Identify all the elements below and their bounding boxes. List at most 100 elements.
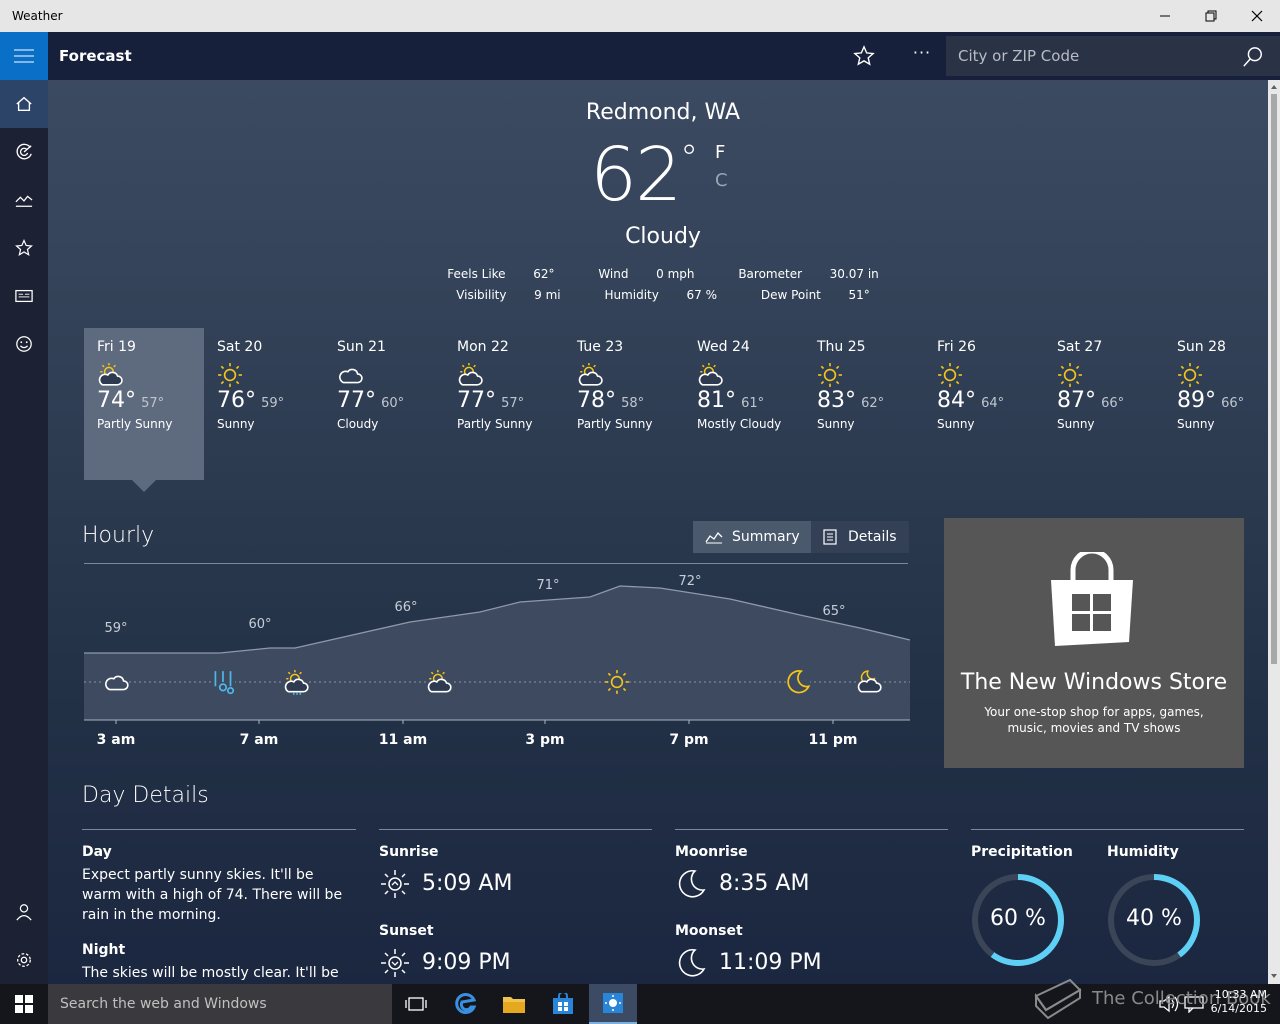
forecast-high: 74° [97,388,136,413]
scrollbar-thumb[interactable] [1271,94,1277,664]
divider [379,829,652,830]
hourly-temp-label: 59° [104,621,127,636]
nav-settings[interactable] [0,936,48,984]
hamburger-button[interactable] [0,32,48,80]
forecast-day[interactable]: Thu 25 83° 62° Sunny [804,328,924,480]
edge-icon [455,993,477,1014]
tab-details[interactable]: Details [811,521,909,553]
moon-icon [786,670,811,694]
clock-date: 6/14/2015 [1210,1002,1267,1015]
forecast-day-icon-wrap [217,362,324,388]
weather-app-icon [603,993,623,1013]
forecast-day[interactable]: Tue 23 78° 58° Partly Sunny [564,328,684,480]
forecast-low: 64° [981,396,1005,411]
gear-icon [17,953,31,967]
nav-feedback[interactable] [0,320,48,368]
favorite-button[interactable] [848,40,880,72]
forecast-day[interactable]: Sat 20 76° 59° Sunny [204,328,324,480]
page-title: Forecast [59,47,132,65]
forecast-day[interactable]: Sun 28 89° 66° Sunny [1164,328,1268,480]
night-text: The skies will be mostly clear. It'll be [82,965,339,981]
moonset-label: Moonset [675,923,743,939]
forecast-day[interactable]: Wed 24 81° 61° Mostly Cloudy [684,328,804,480]
forecast-day-icon-wrap [817,362,924,388]
news-icon [15,289,33,303]
hourly-temp-label: 66° [394,600,417,615]
unit-celsius[interactable]: C [715,170,728,191]
degree-symbol: ° [680,138,698,179]
home-icon [16,96,32,111]
start-button[interactable] [0,984,48,1024]
store-ad[interactable]: The New Windows Store Your one-stop shop… [944,518,1244,768]
barometer: Barometer 30.07 in [738,267,879,281]
nav-account[interactable] [0,888,48,936]
sunrise-time: 5:09 AM [422,871,513,896]
precipitation-label: Precipitation [971,844,1073,860]
clock-time: 10:33 AM [1214,988,1267,1001]
list-icon [823,529,837,545]
forecast-high: 77° [337,388,376,413]
book-icon [1034,978,1082,1020]
forecast-low: 57° [141,396,165,411]
taskbar-edge[interactable] [442,984,490,1024]
forecast-day[interactable]: Mon 22 77° 57° Partly Sunny [444,328,564,480]
taskbar-file-explorer[interactable] [490,984,538,1024]
forecast-low: 57° [501,396,525,411]
minimize-button[interactable] [1142,0,1188,32]
forecast-condition: Cloudy [337,417,379,431]
sunny-icon [938,363,962,387]
forecast-low: 58° [621,396,645,411]
maximize-button[interactable] [1188,0,1234,32]
restore-icon [1205,10,1217,22]
forecast-day-icon-wrap [697,362,804,388]
day-details-title: Day Details [82,783,209,808]
hamburger-icon [14,49,34,63]
nav-places[interactable] [0,224,48,272]
tab-summary[interactable]: Summary [693,521,812,553]
close-button[interactable] [1234,0,1280,32]
system-clock[interactable]: 10:33 AM 6/14/2015 [1203,988,1267,1016]
current-temperature: 62° [590,132,698,218]
hourly-temp-label: 71° [536,578,559,593]
forecast-day[interactable]: Fri 26 84° 64° Sunny [924,328,1044,480]
forecast-high: 77° [457,388,496,413]
chart-icon [15,195,33,207]
search-icon[interactable] [1242,46,1264,68]
forecast-high: 84° [937,388,976,413]
person-icon [16,904,32,921]
taskbar-store[interactable] [539,984,587,1024]
task-view-button[interactable] [392,984,440,1024]
sunny-icon [818,363,842,387]
cloudy-icon [104,670,129,694]
location-search-input[interactable] [946,36,1236,76]
wind: Wind 0 mph [598,267,695,281]
forecast-day[interactable]: Sun 21 77° 60° Cloudy [324,328,444,480]
forecast-day-name: Mon 22 [457,339,509,355]
nav-maps[interactable] [0,128,48,176]
humidity-value: 40 % [1126,906,1182,931]
moonrise-time: 8:35 AM [719,871,810,896]
nav-forecast[interactable] [0,80,48,128]
sidebar [0,80,48,984]
sunny-icon [1058,363,1082,387]
sunrise-icon [381,870,409,898]
scroll-up-icon[interactable] [1268,81,1280,93]
nav-historical[interactable] [0,176,48,224]
forecast-condition: Sunny [1177,417,1215,431]
unit-fahrenheit[interactable]: F [715,142,725,163]
forecast-day-name: Thu 25 [817,339,866,355]
taskbar-search-input[interactable] [48,984,392,1024]
forecast-high: 87° [1057,388,1096,413]
visibility: Visibility 9 mi [456,288,561,302]
forecast-day[interactable]: Fri 19 74° 57° Partly Sunny [84,328,204,480]
forecast-day[interactable]: Sat 27 87° 66° Sunny [1044,328,1164,480]
more-button[interactable]: ··· [906,40,938,72]
sunset-icon [381,949,409,977]
scroll-down-icon[interactable] [1268,970,1280,982]
nav-news[interactable] [0,272,48,320]
hourly-chart[interactable]: 59° 60° 66° 71° 72° 65° 3 am 7 am 11 am 3 pm 7 pm 1… [80,570,910,760]
hourly-time-label: 7 pm [669,732,708,748]
taskbar-weather[interactable] [589,984,637,1024]
forecast-high: 76° [217,388,256,413]
scrollbar[interactable] [1268,80,1280,984]
